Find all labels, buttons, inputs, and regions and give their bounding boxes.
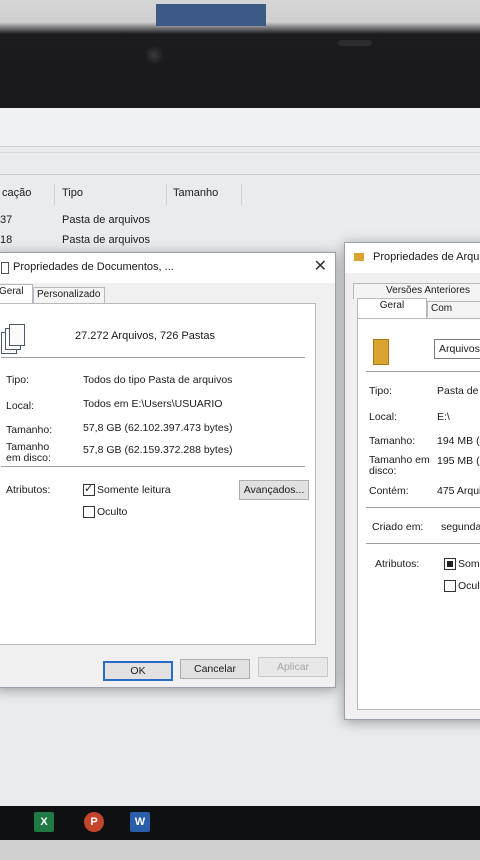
separator (1, 357, 305, 358)
general-panel: Arquivos c Tipo: Pasta de a Local: E:\ T… (357, 318, 480, 710)
dialog-titlebar: Propriedades de Arqui (345, 243, 480, 273)
column-header-location[interactable]: cação (0, 184, 55, 206)
checkmark-icon: ✓ (84, 483, 94, 495)
separator (1, 466, 305, 467)
attributes-label: Atributos: (6, 484, 51, 496)
hidden-checkbox[interactable] (444, 580, 456, 592)
field-value: 57,8 GB (62.159.372.288 bytes) (83, 444, 233, 456)
general-panel: 27.272 Arquivos, 726 Pastas Tipo: Todos … (0, 303, 316, 645)
tab-general[interactable]: Geral (357, 298, 427, 318)
taskbar: X P W (0, 806, 480, 840)
monitor-bezel-top (0, 0, 480, 108)
ok-button[interactable]: OK (103, 661, 173, 681)
dialog-titlebar: Propriedades de Documentos, ... ✕ (0, 253, 335, 283)
column-header-size[interactable]: Tamanho (167, 184, 242, 206)
field-label: Criado em: (372, 521, 424, 533)
separator (366, 543, 480, 544)
apply-button[interactable]: Aplicar (258, 657, 328, 677)
monitor-bezel-bottom (0, 840, 480, 860)
field-label: Tamanho: (6, 424, 53, 436)
field-label: Tamanho em disco: (369, 454, 430, 477)
dialog-title: Propriedades de Arqui (373, 251, 480, 263)
divider (0, 174, 480, 175)
powerpoint-icon[interactable]: P (84, 812, 104, 832)
column-header-type[interactable]: Tipo (56, 184, 167, 206)
summary-text: 27.272 Arquivos, 726 Pastas (75, 330, 216, 342)
dialog-title: Propriedades de Documentos, ... (13, 261, 174, 273)
documents-icon (1, 262, 9, 274)
word-icon[interactable]: W (130, 812, 150, 832)
cancel-button[interactable]: Cancelar (180, 659, 250, 679)
explorer-toolbar (0, 108, 480, 146)
multiple-documents-icon (1, 324, 29, 356)
monitor-sticker (156, 4, 266, 26)
tab-general[interactable]: Geral (0, 284, 33, 304)
field-value: segunda- (441, 521, 480, 533)
readonly-checkbox[interactable]: ✓ (83, 483, 95, 496)
folder-icon (354, 253, 364, 261)
excel-icon[interactable]: X (34, 812, 54, 832)
field-label: Tipo: (369, 385, 392, 397)
divider (0, 152, 480, 153)
readonly-label: Somente leitura (97, 484, 171, 496)
tab-previous-versions[interactable]: Versões Anteriores (353, 283, 480, 299)
folder-name-input[interactable]: Arquivos c (434, 339, 480, 359)
separator (366, 507, 480, 508)
screen: cação Tipo Tamanho 37 Pasta de arquivos … (0, 108, 480, 808)
tab-customize[interactable]: Personalizado (33, 287, 105, 303)
field-label: Local: (369, 411, 398, 423)
field-label: Tamanho: (369, 435, 416, 447)
field-label: Tipo: (6, 374, 29, 386)
field-value: Todos em E:\Users\USUARIO (83, 398, 223, 410)
advanced-button[interactable]: Avançados... (239, 480, 309, 500)
field-label: Local: (6, 400, 35, 412)
separator (366, 371, 480, 372)
field-value: Todos do tipo Pasta de arquivos (83, 374, 233, 386)
folder-icon (373, 339, 389, 365)
readonly-checkbox[interactable] (444, 558, 456, 570)
webcam-icon (145, 46, 163, 64)
tab-compatibility[interactable]: Com (427, 301, 480, 317)
attributes-label: Atributos: (375, 558, 420, 570)
field-value: E:\ (437, 411, 450, 423)
field-label: Contém: (369, 485, 409, 497)
sensor-notch (338, 40, 372, 46)
indeterminate-mark (447, 561, 453, 567)
field-value: 57,8 GB (62.102.397.473 bytes) (83, 422, 233, 434)
field-value: 475 Arqui (437, 485, 480, 497)
divider (0, 146, 480, 147)
close-icon[interactable]: ✕ (314, 256, 327, 276)
readonly-label: Some (458, 558, 480, 570)
hidden-checkbox[interactable] (83, 506, 95, 518)
properties-dialog: Propriedades de Documentos, ... ✕ Geral … (0, 252, 336, 688)
field-label: Tamanho em disco: (6, 441, 51, 464)
properties-dialog-secondary: Propriedades de Arqui Versões Anteriores… (344, 242, 480, 720)
field-value: 194 MB (2 (437, 435, 480, 447)
field-value: Pasta de a (437, 385, 480, 397)
tab-strip: Geral Personalizado (0, 283, 335, 304)
hidden-label: Oculto (97, 506, 128, 518)
field-value: 195 MB (2 (437, 455, 480, 467)
hidden-label: Ocult (458, 580, 480, 592)
